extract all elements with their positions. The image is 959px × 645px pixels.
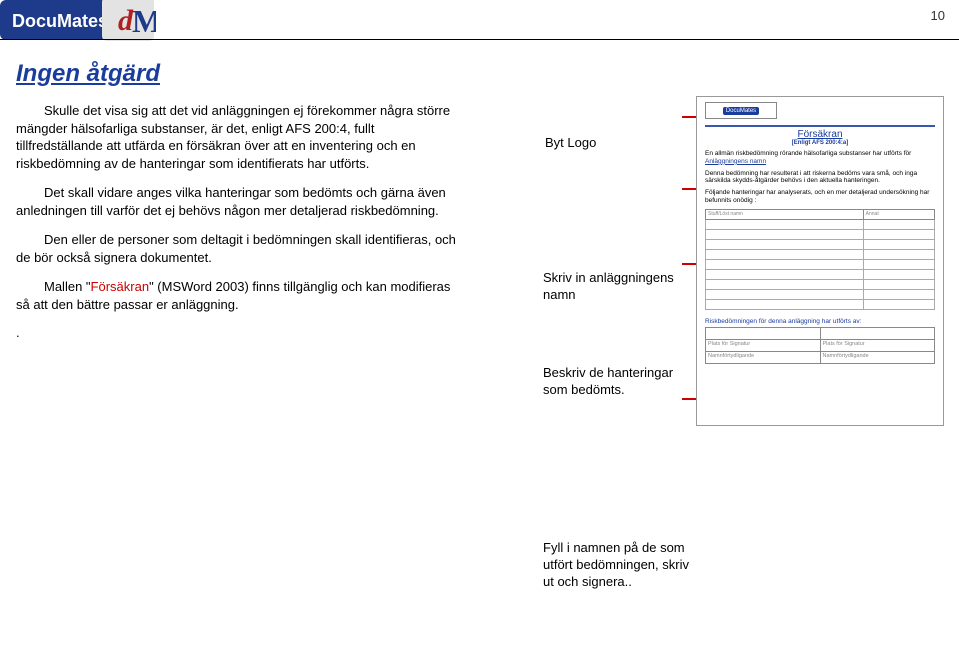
preview-body-3: Följande hanteringar har analyserats, oc… <box>705 189 935 205</box>
svg-text:M: M <box>132 3 156 39</box>
preview-handlings-table: Stuff/Löst namnAnnat <box>705 209 935 310</box>
highlighted-template-name: Försäkran <box>91 279 150 294</box>
document-preview: DocuMates Försäkran [Enligt AFS 200:4:a]… <box>696 96 944 426</box>
preview-subtitle: [Enligt AFS 200:4:a] <box>705 140 935 146</box>
preview-logo-box: DocuMates <box>705 102 777 119</box>
paragraph-4: Mallen "Försäkran" (MSWord 2003) finns t… <box>16 278 456 313</box>
svg-text:DocuMates: DocuMates <box>12 11 108 31</box>
preview-sig-heading: Riskbedömningen för denna anläggning har… <box>705 318 935 325</box>
annotation-logo: Byt Logo <box>545 135 596 152</box>
preview-facility-name-link: Anläggningens namn <box>705 158 766 165</box>
header-rule <box>0 39 959 40</box>
paragraph-2: Det skall vidare anges vilka hanteringar… <box>16 184 456 219</box>
paragraph-1: Skulle det visa sig att det vid anläggni… <box>16 102 456 172</box>
annotation-name: Skriv in anläggningens namn <box>543 270 693 304</box>
preview-title: Försäkran <box>705 129 935 140</box>
page-title: Ingen åtgärd <box>16 60 456 88</box>
preview-body-2: Denna bedömning har resulterat i att ris… <box>705 170 935 186</box>
page-number: 10 <box>931 8 945 23</box>
annotation-signers: Fyll i namnen på de som utfört bedömning… <box>543 540 693 591</box>
main-content: Ingen åtgärd Skulle det visa sig att det… <box>16 60 456 340</box>
preview-brand: DocuMates <box>723 107 759 115</box>
trailing-dot: . <box>16 325 456 340</box>
paragraph-3: Den eller de personer som deltagit i bed… <box>16 231 456 266</box>
preview-body-1: En allmän riskbedömning rörande hälsofar… <box>705 150 935 166</box>
preview-divider <box>705 125 935 127</box>
preview-sig-table: Plats för SignaturPlats för Signatur Nam… <box>705 327 935 364</box>
annotation-handlings: Beskriv de hanteringar som bedömts. <box>543 365 693 399</box>
